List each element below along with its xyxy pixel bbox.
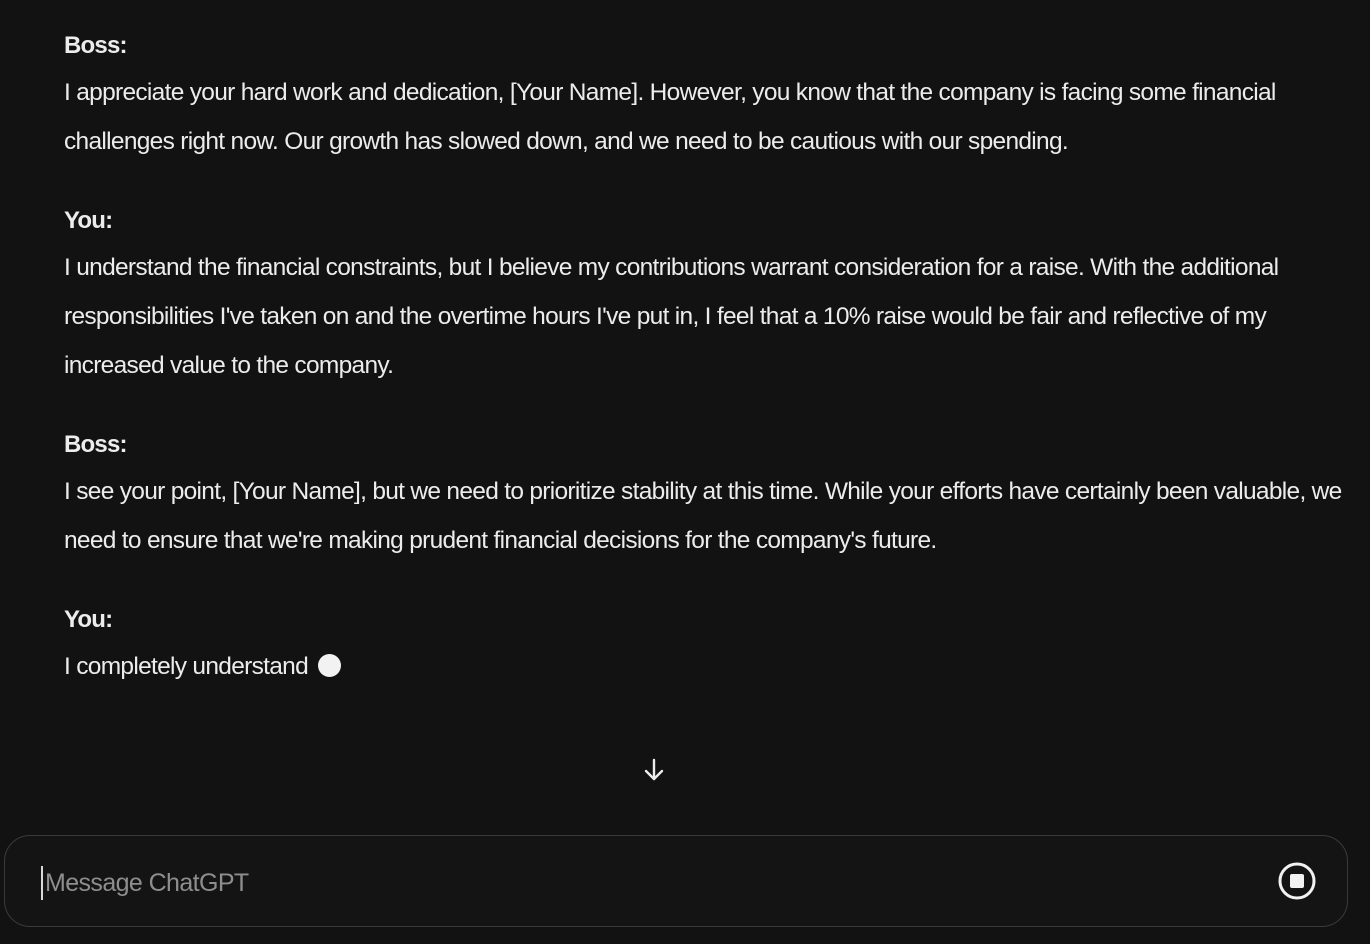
message-turn: You: I understand the financial constrai… <box>64 199 1354 390</box>
message-text: I see your point, [Your Name], but we ne… <box>64 478 1342 554</box>
speaker-label: Boss: <box>64 431 127 458</box>
stop-generating-icon <box>1278 862 1316 900</box>
text-caret <box>41 866 43 900</box>
chat-window: Boss: I appreciate your hard work and de… <box>0 0 1370 944</box>
message-turn: Boss: I see your point, [Your Name], but… <box>64 423 1354 565</box>
conversation-thread: Boss: I appreciate your hard work and de… <box>64 24 1354 724</box>
speaker-label: You: <box>64 207 113 234</box>
streaming-dot-icon <box>318 654 342 677</box>
streaming-message: I completely understand <box>64 642 1354 691</box>
message-turn: Boss: I appreciate your hard work and de… <box>64 24 1354 166</box>
message-text: I appreciate your hard work and dedicati… <box>64 79 1276 155</box>
message-text: I completely understand <box>64 653 309 680</box>
message-composer <box>4 835 1348 927</box>
speaker-label: You: <box>64 606 113 633</box>
scroll-to-bottom-button[interactable] <box>634 750 674 790</box>
message-input[interactable] <box>43 858 1227 908</box>
message-turn: You: I completely understand <box>64 598 1354 691</box>
arrow-down-icon <box>644 758 664 781</box>
speaker-label: Boss: <box>64 32 127 59</box>
message-text: I understand the financial constraints, … <box>64 254 1279 379</box>
stop-generating-button[interactable] <box>1276 860 1318 902</box>
